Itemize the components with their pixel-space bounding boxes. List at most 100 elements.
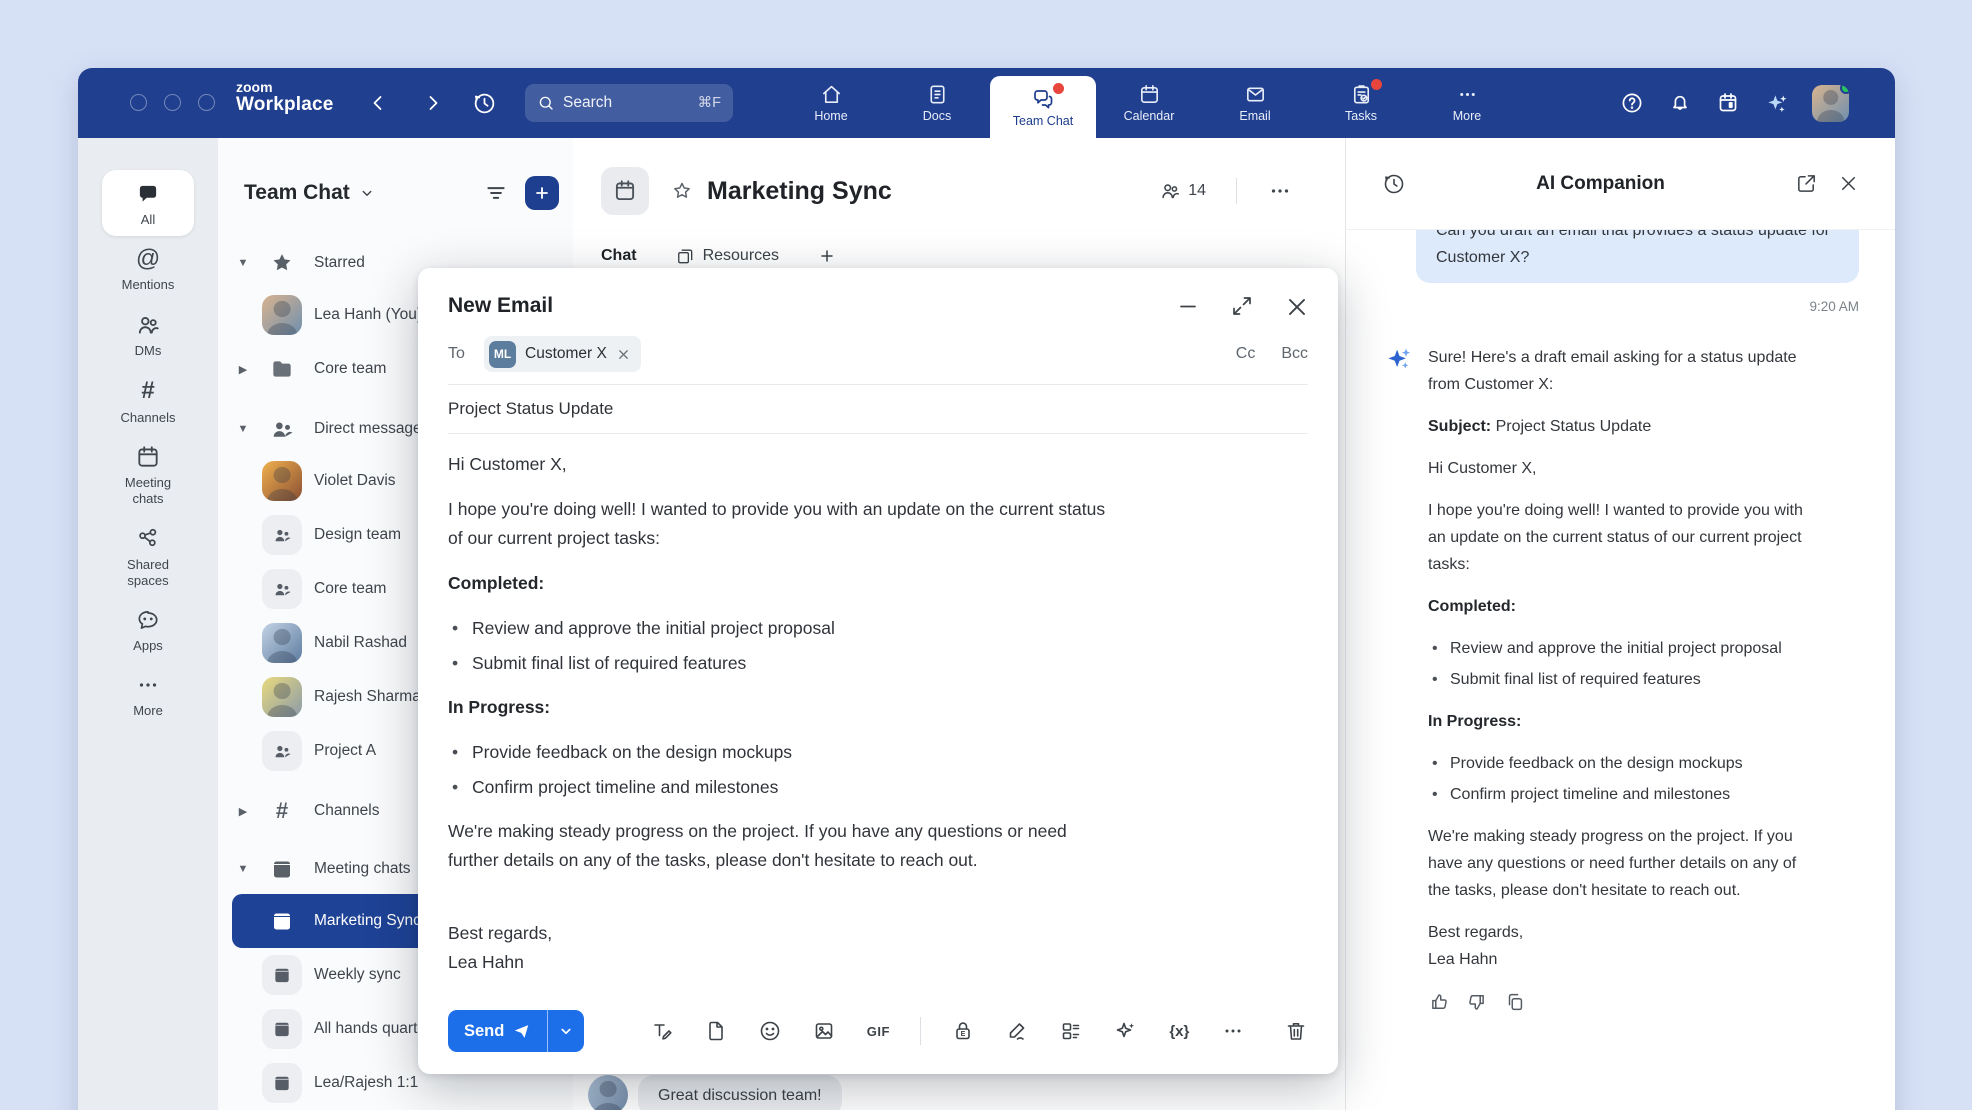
send-button[interactable]: Send: [448, 1010, 547, 1052]
history-icon[interactable]: [1382, 172, 1406, 196]
rail-item-apps[interactable]: Apps: [78, 598, 218, 663]
thumbs-down-icon[interactable]: [1466, 991, 1488, 1013]
caret-right-icon[interactable]: ▶: [236, 805, 250, 818]
rail-item-more[interactable]: More: [78, 663, 218, 728]
window-controls: [130, 94, 215, 111]
add-tab-icon[interactable]: [817, 246, 837, 266]
cc-button[interactable]: Cc: [1236, 345, 1256, 363]
text-format-icon[interactable]: [650, 1019, 674, 1043]
back-button[interactable]: [366, 90, 392, 116]
meeting-calendar-icon: [262, 849, 302, 889]
caret-down-icon[interactable]: ▼: [236, 423, 250, 435]
notifications-bell-icon[interactable]: [1668, 91, 1692, 115]
rail-item-meeting-chats[interactable]: Meeting chats: [78, 435, 218, 517]
signature-icon[interactable]: [1005, 1019, 1029, 1043]
top-bar-right: [1620, 68, 1849, 138]
variables-icon[interactable]: {x}: [1167, 1019, 1191, 1043]
template-layout-icon[interactable]: [1059, 1019, 1083, 1043]
more-options-icon[interactable]: [1221, 1019, 1245, 1043]
tasks-icon: [1350, 83, 1373, 106]
history-icon[interactable]: [472, 90, 498, 116]
to-field[interactable]: To ML Customer X Cc Bcc: [448, 336, 1308, 385]
email-body[interactable]: Hi Customer X, I hope you're doing well!…: [448, 450, 1108, 977]
group-icon: [262, 731, 302, 771]
ai-companion-sparkle-icon[interactable]: [1764, 91, 1788, 115]
avatar: [262, 461, 302, 501]
tab-chat[interactable]: Chat: [601, 247, 637, 265]
ellipsis-icon: [135, 672, 161, 698]
team-chat-icon: [1031, 87, 1055, 111]
thumbs-up-icon[interactable]: [1428, 991, 1450, 1013]
to-label: To: [448, 345, 484, 363]
nav-docs[interactable]: Docs: [884, 68, 990, 138]
minimize-icon[interactable]: [1176, 294, 1200, 318]
gif-icon[interactable]: GIF: [866, 1019, 890, 1043]
primary-nav: Home Docs Team Chat Calendar Email T: [778, 68, 1520, 138]
nav-more[interactable]: More: [1414, 68, 1520, 138]
caret-down-icon[interactable]: ▼: [236, 257, 250, 269]
rail-item-mentions[interactable]: @ Mentions: [78, 237, 218, 302]
channel-calendar-icon: [601, 167, 649, 215]
rail-item-dms[interactable]: DMs: [78, 303, 218, 368]
ai-sparkle-icon[interactable]: [1113, 1019, 1137, 1043]
calendar-icon: [1138, 83, 1161, 106]
encrypt-lock-icon[interactable]: E: [951, 1019, 975, 1043]
window-control-dot[interactable]: [198, 94, 215, 111]
nav-calendar[interactable]: Calendar: [1096, 68, 1202, 138]
user-avatar[interactable]: [1812, 85, 1849, 122]
nav-team-chat[interactable]: Team Chat: [990, 76, 1096, 138]
presence-indicator: [1840, 85, 1849, 94]
tab-resources[interactable]: Resources: [675, 246, 779, 266]
attach-file-icon[interactable]: [704, 1019, 728, 1043]
rail-item-all[interactable]: All: [78, 172, 218, 237]
star-filled-icon: [262, 243, 302, 283]
member-count[interactable]: 14: [1159, 180, 1206, 202]
message-bubble: Great discussion team!: [638, 1075, 842, 1110]
close-icon[interactable]: [1284, 294, 1308, 318]
notification-badge: [1053, 83, 1064, 94]
meeting-calendar-icon: [262, 1063, 302, 1103]
schedule-calendar-icon[interactable]: [1716, 91, 1740, 115]
close-icon[interactable]: [1837, 172, 1861, 196]
send-options-dropdown[interactable]: [548, 1010, 584, 1052]
ai-sparkle-icon: [1384, 344, 1414, 374]
window-control-dot[interactable]: [130, 94, 147, 111]
recipient-chip[interactable]: ML Customer X: [484, 336, 641, 372]
help-icon[interactable]: [1620, 91, 1644, 115]
chat-list-title[interactable]: Team Chat: [244, 181, 376, 205]
chat-message: Great discussion team!: [588, 1075, 842, 1110]
nav-tasks[interactable]: Tasks: [1308, 68, 1414, 138]
message-timestamp: 9:20 AM: [1384, 293, 1859, 320]
avatar: [588, 1075, 628, 1110]
hash-icon: #: [262, 791, 302, 831]
left-rail: All @ Mentions DMs # Channels Meeting ch…: [78, 138, 218, 1110]
bcc-button[interactable]: Bcc: [1281, 345, 1308, 363]
filter-icon[interactable]: [483, 180, 509, 206]
nav-home[interactable]: Home: [778, 68, 884, 138]
window-control-dot[interactable]: [164, 94, 181, 111]
caret-down-icon[interactable]: ▼: [236, 863, 250, 875]
open-in-new-icon[interactable]: [1795, 172, 1819, 196]
zoom-workplace-logo: zoom Workplace: [236, 80, 334, 116]
remove-recipient-icon[interactable]: [616, 347, 631, 362]
image-icon[interactable]: [812, 1019, 836, 1043]
new-chat-button[interactable]: [525, 176, 559, 210]
caret-right-icon[interactable]: ▶: [236, 363, 250, 376]
forward-button[interactable]: [421, 90, 447, 116]
rail-item-shared-spaces[interactable]: Shared spaces: [78, 517, 218, 599]
subject-field[interactable]: Project Status Update: [448, 385, 1308, 434]
group-icon: [262, 569, 302, 609]
ai-panel-title: AI Companion: [1406, 173, 1795, 195]
notification-badge: [1371, 79, 1382, 90]
nav-email[interactable]: Email: [1202, 68, 1308, 138]
more-options-icon[interactable]: [1267, 178, 1293, 204]
ai-draft-subject: Subject: Project Status Update: [1428, 413, 1820, 440]
emoji-icon[interactable]: [758, 1019, 782, 1043]
more-icon: [1456, 83, 1479, 106]
rail-item-channels[interactable]: # Channels: [78, 368, 218, 435]
star-outline-icon[interactable]: [671, 180, 693, 202]
search-input[interactable]: Search ⌘F: [525, 84, 733, 122]
discard-trash-icon[interactable]: [1284, 1019, 1308, 1043]
copy-icon[interactable]: [1504, 991, 1526, 1013]
expand-icon[interactable]: [1230, 294, 1254, 318]
